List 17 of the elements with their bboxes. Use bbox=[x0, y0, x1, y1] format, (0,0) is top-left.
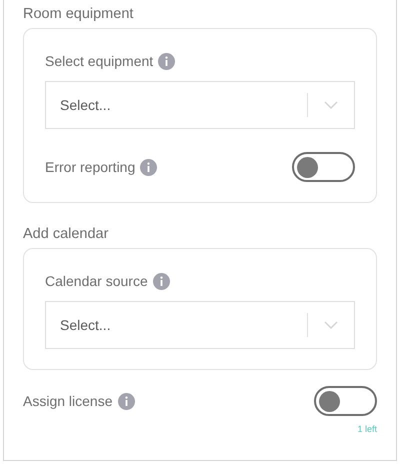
section-title: Room equipment bbox=[23, 5, 134, 24]
info-icon[interactable] bbox=[158, 53, 176, 70]
chevron-down-icon bbox=[324, 101, 338, 109]
field-label: Calendar source bbox=[45, 272, 148, 291]
field-label: Error reporting bbox=[45, 158, 136, 177]
info-icon[interactable] bbox=[152, 273, 170, 290]
info-icon[interactable] bbox=[140, 158, 158, 176]
info-icon[interactable] bbox=[118, 392, 134, 410]
toggle-switch[interactable] bbox=[292, 152, 355, 182]
section-title: Add calendar bbox=[23, 225, 110, 244]
chevron-down-icon bbox=[324, 321, 338, 329]
select-field[interactable]: Select... bbox=[45, 301, 355, 349]
toggle-switch[interactable] bbox=[314, 386, 377, 416]
field-label: Assign license bbox=[23, 392, 112, 411]
select-field[interactable]: Select... bbox=[45, 81, 355, 129]
remaining-count: 1 left bbox=[357, 423, 377, 436]
field-label: Select equipment bbox=[45, 52, 154, 71]
